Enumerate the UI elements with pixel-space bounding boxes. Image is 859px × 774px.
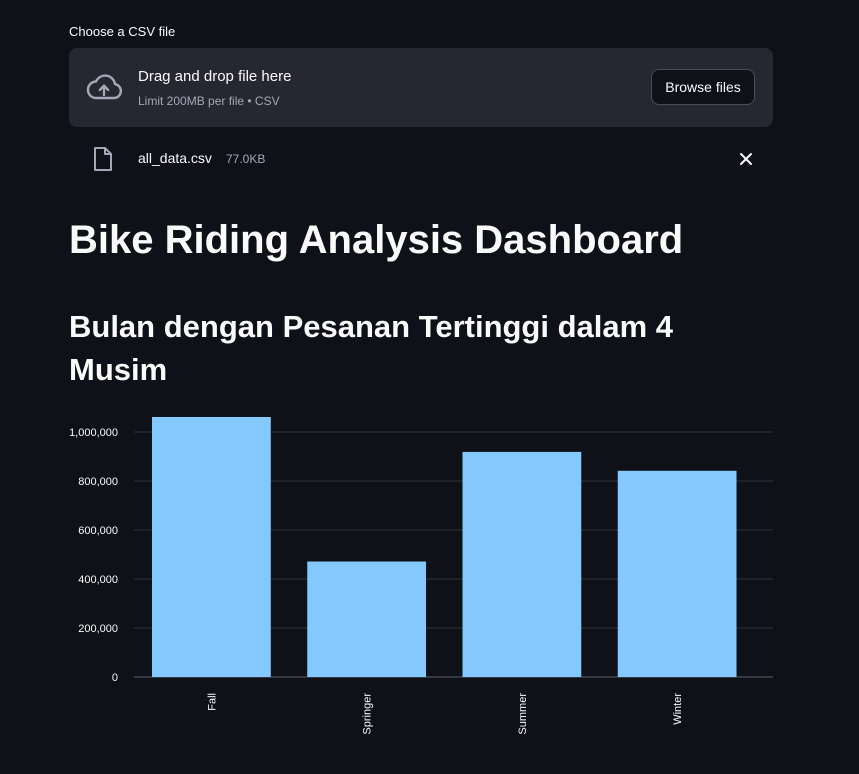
x-tick-label: Fall (206, 693, 218, 711)
file-icon (94, 147, 112, 171)
section-title: Bulan dengan Pesanan Tertinggi dalam 4 M… (69, 309, 674, 387)
x-tick-label: Winter (672, 693, 684, 725)
uploaded-file-row: all_data.csv 77.0KB (69, 140, 773, 178)
y-tick-label: 0 (112, 672, 118, 684)
drop-limit-text: Limit 200MB per file • CSV (138, 94, 280, 108)
bar-summer[interactable] (462, 451, 582, 677)
y-tick-label: 1,000,000 (69, 427, 118, 439)
bar-springer[interactable] (307, 561, 427, 677)
bar-chart: 0 200,000 400,000 600,000 800,000 1,000,000 Fa… (69, 417, 773, 735)
y-tick-label: 800,000 (78, 476, 118, 488)
file-size: 77.0KB (226, 152, 266, 166)
y-tick-label: 200,000 (78, 623, 118, 635)
bar-winter[interactable] (617, 470, 737, 677)
cloud-upload-icon (86, 74, 123, 100)
uploader-label: Choose a CSV file (69, 24, 176, 39)
page-title: Bike Riding Analysis Dashboard (69, 218, 684, 262)
x-tick-label: Springer (362, 693, 374, 735)
file-dropzone[interactable]: Drag and drop file here Limit 200MB per … (69, 48, 773, 127)
y-tick-label: 400,000 (78, 574, 118, 586)
page: Choose a CSV file Drag and drop file her… (0, 0, 859, 774)
file-name: all_data.csv (138, 150, 212, 166)
browse-files-button[interactable]: Browse files (651, 69, 755, 105)
y-tick-label: 600,000 (78, 525, 118, 537)
bar-fall[interactable] (152, 417, 271, 677)
x-tick-label: Summer (517, 693, 529, 735)
drop-title: Drag and drop file here (138, 68, 292, 85)
close-icon[interactable] (738, 151, 754, 167)
